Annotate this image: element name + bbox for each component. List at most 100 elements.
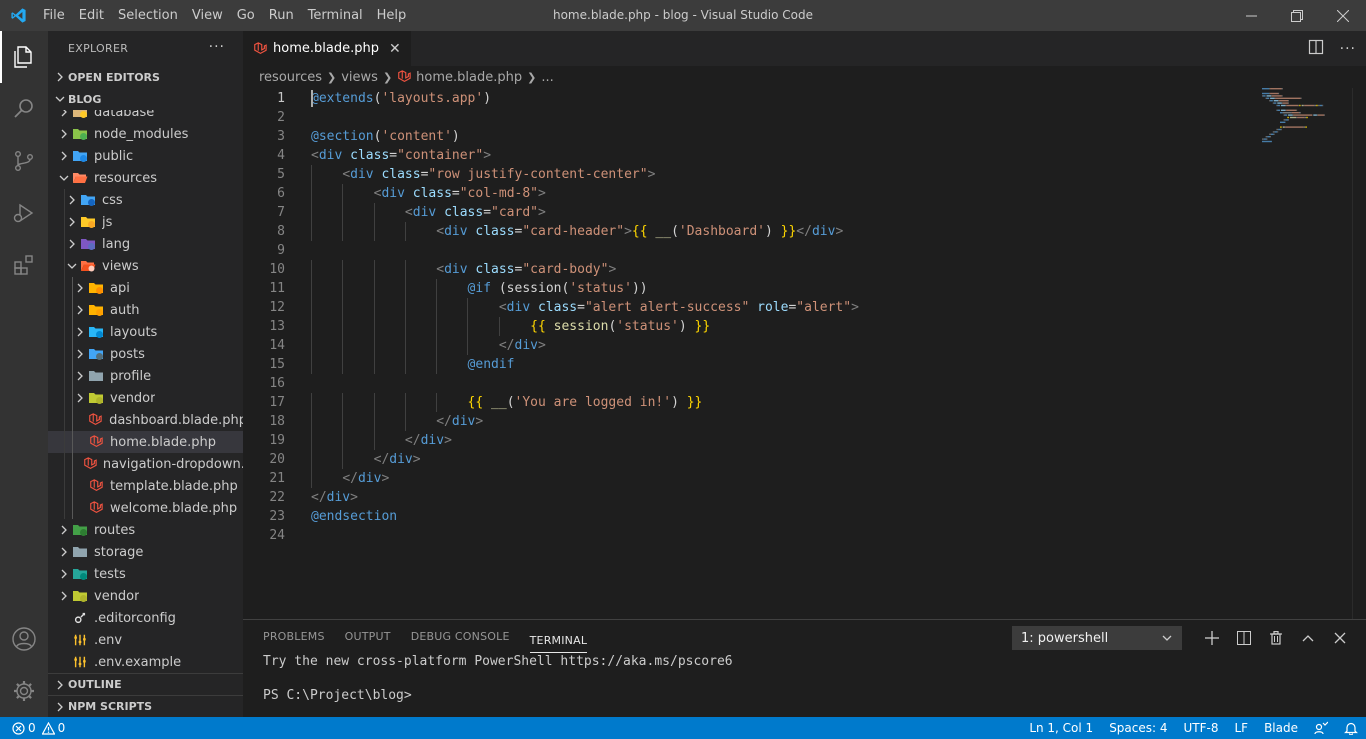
tab-debug-console[interactable]: DEBUG CONSOLE: [411, 620, 510, 653]
menu-go[interactable]: Go: [230, 0, 262, 31]
indent-guide: [72, 431, 73, 453]
folder-public[interactable]: public: [48, 145, 243, 167]
menu-edit[interactable]: Edit: [72, 0, 111, 31]
folder-css[interactable]: css: [48, 189, 243, 211]
warning-icon: [41, 721, 55, 735]
npm-scripts-section[interactable]: NPM SCRIPTS: [48, 695, 243, 717]
new-terminal-button[interactable]: [1196, 631, 1228, 645]
file-home-blade-php[interactable]: home.blade.php: [48, 431, 243, 453]
folder-routes[interactable]: routes: [48, 519, 243, 541]
editor-scrollbar[interactable]: [1352, 88, 1366, 619]
menu-help[interactable]: Help: [370, 0, 414, 31]
minimize-button[interactable]: [1228, 0, 1274, 31]
kill-terminal-button[interactable]: [1260, 631, 1292, 645]
chevron-right-icon: [64, 195, 80, 205]
folder-routes-icon: [72, 522, 88, 538]
menu-view[interactable]: View: [185, 0, 230, 31]
manage-gear-icon: [14, 681, 34, 701]
activity-explorer[interactable]: [0, 31, 48, 83]
minimap[interactable]: [1262, 88, 1342, 148]
minimap-token: [1262, 88, 1270, 90]
line-number: 2: [277, 110, 285, 125]
folder-resources[interactable]: resources: [48, 167, 243, 189]
code-token: div: [381, 186, 405, 201]
tab-terminal[interactable]: TERMINAL: [529, 629, 588, 653]
activity-run-debug[interactable]: [0, 187, 48, 239]
language-mode[interactable]: Blade: [1256, 721, 1306, 735]
close-window-button[interactable]: [1320, 0, 1366, 31]
folder-api[interactable]: api: [48, 277, 243, 299]
folder-views[interactable]: views: [48, 255, 243, 277]
file-template-blade-php[interactable]: template.blade.php: [48, 475, 243, 497]
folder-posts[interactable]: posts: [48, 343, 243, 365]
code-editor[interactable]: 1 @extends('layouts.app') 2 3 @section('cont…: [243, 88, 1366, 545]
tab-output[interactable]: OUTPUT: [345, 620, 391, 653]
indent-guide: [373, 412, 375, 431]
file-env[interactable]: .env: [48, 629, 243, 651]
split-editor-icon[interactable]: [1308, 39, 1324, 59]
split-icon: [1237, 631, 1251, 645]
menu-selection[interactable]: Selection: [111, 0, 185, 31]
notifications-button[interactable]: [1336, 721, 1366, 735]
indentation[interactable]: Spaces: 4: [1101, 721, 1175, 735]
split-terminal-button[interactable]: [1228, 631, 1260, 645]
activity-manage[interactable]: [0, 665, 48, 717]
terminal-select[interactable]: 1: powershell: [1012, 626, 1182, 650]
folder-auth[interactable]: auth: [48, 299, 243, 321]
folder-vendor[interactable]: vendor: [48, 387, 243, 409]
breadcrumb-views[interactable]: views: [341, 70, 378, 85]
project-section[interactable]: BLOG: [48, 88, 243, 110]
more-actions-icon[interactable]: ···: [209, 39, 225, 55]
folder-node-modules[interactable]: node_modules: [48, 123, 243, 145]
folder-storage[interactable]: storage: [48, 541, 243, 563]
cursor-position[interactable]: Ln 1, Col 1: [1021, 721, 1101, 735]
activity-search[interactable]: [0, 83, 48, 135]
folder-layouts[interactable]: layouts: [48, 321, 243, 343]
tab-problems[interactable]: PROBLEMS: [263, 620, 325, 653]
file-editorconfig[interactable]: .editorconfig: [48, 607, 243, 629]
folder-database[interactable]: database: [48, 110, 243, 123]
folder-tests[interactable]: tests: [48, 563, 243, 585]
encoding[interactable]: UTF-8: [1176, 721, 1227, 735]
close-icon: [1334, 632, 1346, 644]
end-of-line[interactable]: LF: [1226, 721, 1256, 735]
minimap-token: [1285, 104, 1287, 107]
close-panel-button[interactable]: [1324, 632, 1356, 644]
folder-lang[interactable]: lang: [48, 233, 243, 255]
maximize-panel-button[interactable]: [1292, 631, 1324, 645]
menu-run[interactable]: Run: [262, 0, 301, 31]
editor-tabs: home.blade.php ✕ ···: [243, 31, 1366, 66]
more-actions-icon[interactable]: ···: [1340, 41, 1356, 57]
restore-button[interactable]: [1274, 0, 1320, 31]
indent-guide: [311, 450, 312, 469]
file-navigation-dropdown-blade-php[interactable]: navigation-dropdown.blade.php: [48, 453, 243, 475]
breadcrumb-file[interactable]: home.blade.php: [416, 70, 522, 85]
file-welcome-blade-php[interactable]: welcome.blade.php: [48, 497, 243, 519]
file-dashboard-blade-php[interactable]: dashboard.blade.php: [48, 409, 243, 431]
menu-terminal[interactable]: Terminal: [301, 0, 370, 31]
indent-guide: [404, 412, 406, 431]
terminal[interactable]: Try the new cross-platform PowerShell ht…: [243, 653, 1366, 704]
folder-js[interactable]: js: [48, 211, 243, 233]
line-content: [285, 108, 311, 127]
indent-guide: [64, 277, 65, 299]
open-editors-section[interactable]: OPEN EDITORS: [48, 66, 243, 88]
file-env-example[interactable]: .env.example: [48, 651, 243, 673]
activity-accounts[interactable]: [0, 613, 48, 665]
tab-home-blade[interactable]: home.blade.php ✕: [243, 31, 411, 66]
activity-bottom: [0, 613, 48, 717]
code-token: </: [311, 490, 327, 505]
breadcrumb-resources[interactable]: resources: [259, 70, 322, 85]
activity-source-control[interactable]: [0, 135, 48, 187]
breadcrumb-symbol[interactable]: ...: [541, 70, 553, 85]
feedback-button[interactable]: [1306, 721, 1336, 735]
indent-guide: [373, 203, 375, 222]
folder-vendor[interactable]: vendor: [48, 585, 243, 607]
activity-extensions[interactable]: [0, 239, 48, 291]
folder-profile[interactable]: profile: [48, 365, 243, 387]
menu-file[interactable]: File: [36, 0, 72, 31]
outline-section[interactable]: OUTLINE: [48, 673, 243, 695]
tab-close-icon[interactable]: ✕: [389, 41, 401, 57]
code-token: @section: [311, 129, 374, 144]
status-problems[interactable]: 0 0: [0, 721, 65, 735]
